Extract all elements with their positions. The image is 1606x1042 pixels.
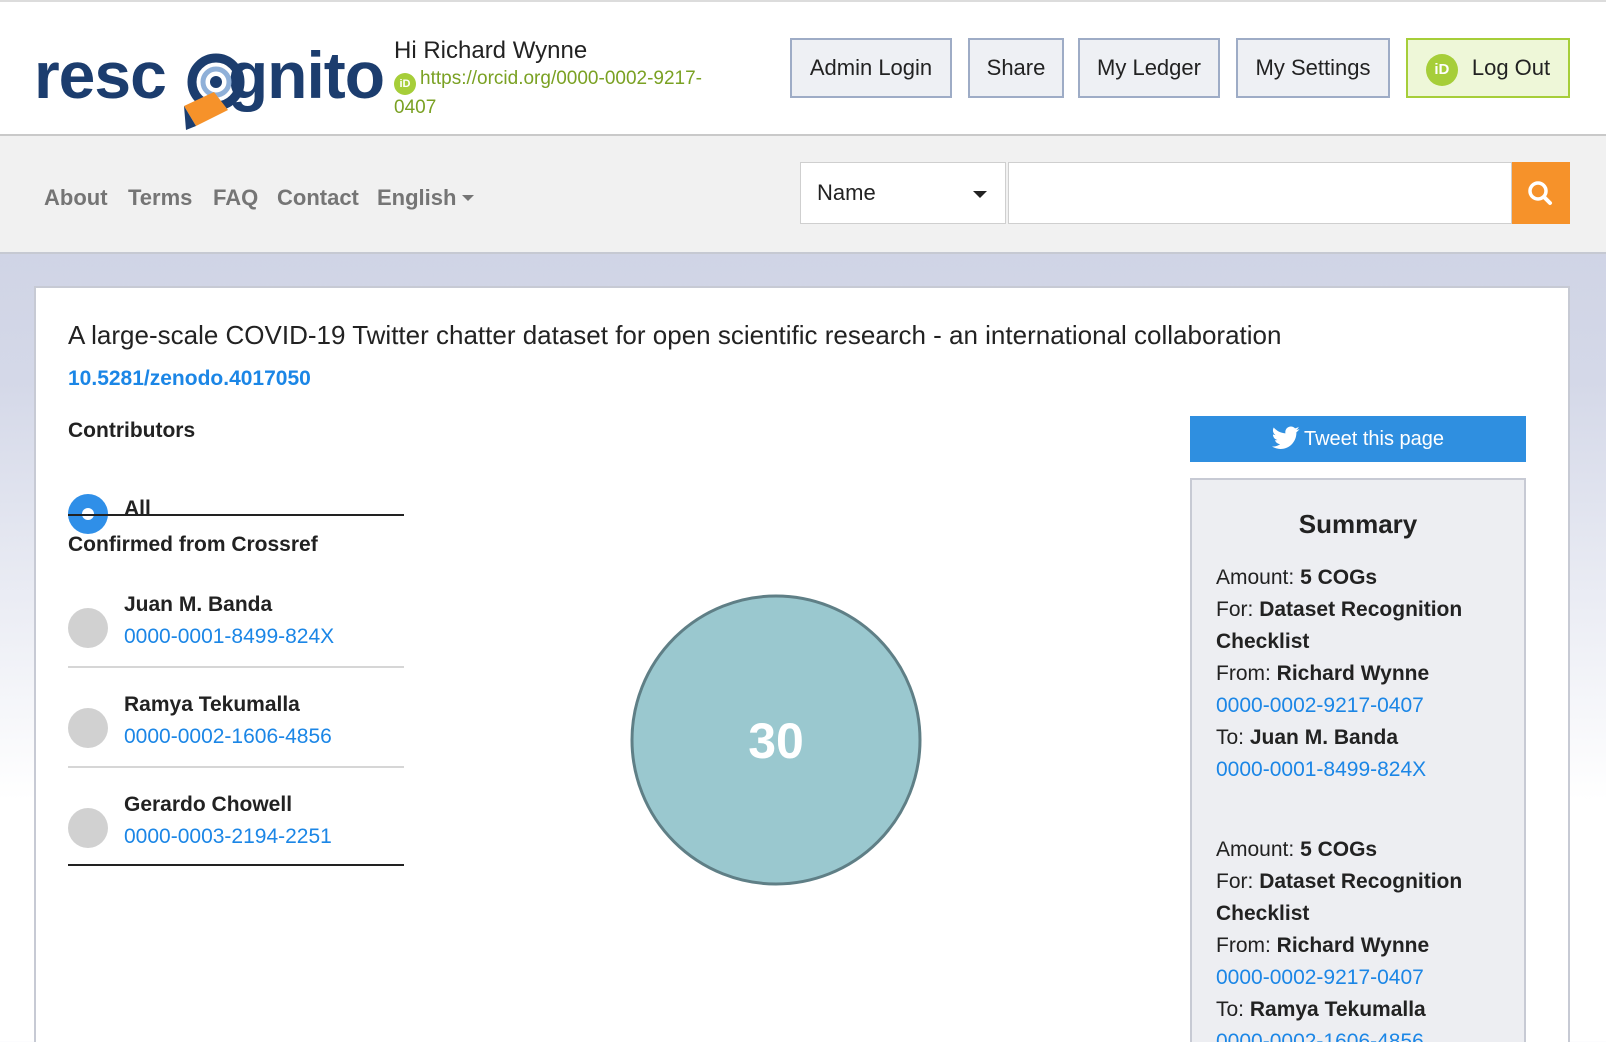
for-label: For: (1216, 870, 1254, 893)
radio-unselected[interactable] (68, 608, 108, 648)
confirmed-heading: Confirmed from Crossref (68, 533, 318, 556)
chevron-down-icon (462, 195, 475, 201)
language-dropdown[interactable]: English (377, 184, 475, 212)
to-label: To: (1216, 726, 1245, 749)
search-field-value: Name (817, 180, 876, 205)
for-value-cont: Checklist (1216, 630, 1310, 653)
orcid-url-part1: https://orcid.org/0000-0002-9217- (420, 68, 703, 89)
for-line-cont: Checklist (1216, 626, 1512, 658)
nav-contact[interactable]: Contact (277, 184, 359, 212)
for-value-cont: Checklist (1216, 902, 1310, 925)
record-card: A large-scale COVID-19 Twitter chatter d… (34, 286, 1570, 1042)
summary-title: Summary (1298, 509, 1418, 539)
search-button[interactable] (1512, 162, 1570, 224)
log-out-button[interactable]: iD Log Out (1406, 38, 1570, 98)
rescognito-logo[interactable]: resc gnito (34, 36, 385, 130)
from-orcid-link[interactable]: 0000-0002-9217-0407 (1216, 962, 1512, 994)
for-line: For: Dataset Recognition (1216, 866, 1512, 898)
from-label: From: (1216, 662, 1271, 685)
from-line: From: Richard Wynne (1216, 930, 1512, 962)
contributor-orcid-link[interactable]: 0000-0002-1606-4856 (124, 724, 332, 750)
contributors-panel: Contributors All Confirmed from Crossref… (68, 418, 404, 866)
twitter-bird-icon (1271, 426, 1300, 449)
doi-link[interactable]: 10.5281/zenodo.4017050 (68, 366, 311, 392)
nav-faq[interactable]: FAQ (213, 184, 258, 212)
summary-entry: Amount: 5 COGs For: Dataset Recognition … (1216, 562, 1512, 786)
contributor-orcid-link[interactable]: 0000-0001-8499-824X (124, 624, 334, 650)
for-line: For: Dataset Recognition (1216, 594, 1512, 626)
amount-value: 5 COGs (1300, 838, 1378, 861)
from-name: Richard Wynne (1276, 934, 1430, 957)
logo-cog-pencil-icon (184, 53, 245, 130)
amount-label: Amount: (1216, 838, 1295, 861)
orcid-url-part2: 0407 (394, 97, 437, 118)
language-label: English (377, 185, 457, 210)
orcid-icon: iD (394, 73, 416, 95)
record-title: A large-scale COVID-19 Twitter chatter d… (68, 320, 1282, 350)
radio-unselected[interactable] (68, 808, 108, 848)
tweet-label: Tweet this page (1303, 428, 1445, 450)
to-label: To: (1216, 998, 1245, 1021)
summary-entry: Amount: 5 COGs For: Dataset Recognition … (1216, 834, 1512, 1042)
nav-terms[interactable]: Terms (128, 184, 192, 212)
bubble-value-label: 30 (748, 713, 804, 769)
my-ledger-button[interactable]: My Ledger (1078, 38, 1220, 98)
amount-line: Amount: 5 COGs (1216, 834, 1512, 866)
user-orcid-link[interactable]: iD https://orcid.org/0000-0002-9217- 0407 (394, 66, 754, 120)
contributor-name: Juan M. Banda (124, 593, 273, 616)
admin-login-button[interactable]: Admin Login (790, 38, 952, 98)
top-header: resc gnito Hi Richard Wynne iD https://orc… (0, 0, 1606, 136)
to-orcid-link[interactable]: 0000-0002-1606-4856 (1216, 1026, 1512, 1042)
for-value: Dataset Recognition (1259, 598, 1463, 621)
tweet-button[interactable]: Tweet this page (1190, 416, 1526, 462)
contributor-name: Gerardo Chowell (124, 793, 293, 816)
contributor-name: Ramya Tekumalla (124, 693, 300, 716)
contributor-item[interactable]: Gerardo Chowell 0000-0003-2194-2251 (68, 782, 404, 882)
orcid-icon: iD (1425, 54, 1458, 86)
from-line: From: Richard Wynne (1216, 658, 1512, 690)
from-label: From: (1216, 934, 1271, 957)
contributor-option-all[interactable]: All (68, 444, 404, 534)
to-name: Juan M. Banda (1249, 726, 1399, 749)
for-label: For: (1216, 598, 1254, 621)
divider (68, 514, 404, 516)
contributors-heading: Contributors (68, 419, 196, 442)
nav-bar: About Terms FAQ Contact English Name (0, 136, 1606, 254)
amount-line: Amount: 5 COGs (1216, 562, 1512, 594)
summary-panel: Summary Amount: 5 COGs For: Dataset Reco… (1190, 478, 1526, 1042)
for-value: Dataset Recognition (1259, 870, 1463, 893)
amount-label: Amount: (1216, 566, 1295, 589)
divider (68, 766, 404, 768)
to-line: To: Juan M. Banda (1216, 722, 1512, 754)
contributor-orcid-link[interactable]: 0000-0003-2194-2251 (124, 824, 332, 850)
bubble-chart-svg: 30 (630, 594, 922, 886)
to-orcid-link[interactable]: 0000-0001-8499-824X (1216, 754, 1512, 786)
search-icon (1528, 181, 1552, 205)
user-greeting: Hi Richard Wynne iD https://orcid.org/000… (394, 36, 754, 120)
for-line-cont: Checklist (1216, 898, 1512, 930)
from-name: Richard Wynne (1276, 662, 1430, 685)
search-input[interactable] (1008, 162, 1512, 224)
to-line: To: Ramya Tekumalla (1216, 994, 1512, 1026)
to-name: Ramya Tekumalla (1249, 998, 1426, 1021)
chevron-down-icon (973, 191, 987, 198)
share-button[interactable]: Share (968, 38, 1064, 98)
bubble-chart: 30 (626, 590, 926, 890)
my-settings-button[interactable]: My Settings (1236, 38, 1390, 98)
nav-about[interactable]: About (44, 184, 108, 212)
log-out-label: Log Out (1471, 55, 1551, 80)
divider (68, 666, 404, 668)
search-field-select[interactable]: Name (800, 162, 1006, 224)
all-label: All (124, 497, 151, 520)
divider (68, 864, 404, 866)
from-orcid-link[interactable]: 0000-0002-9217-0407 (1216, 690, 1512, 722)
amount-value: 5 COGs (1300, 566, 1378, 589)
greeting-text: Hi Richard Wynne (394, 37, 588, 64)
radio-unselected[interactable] (68, 708, 108, 748)
